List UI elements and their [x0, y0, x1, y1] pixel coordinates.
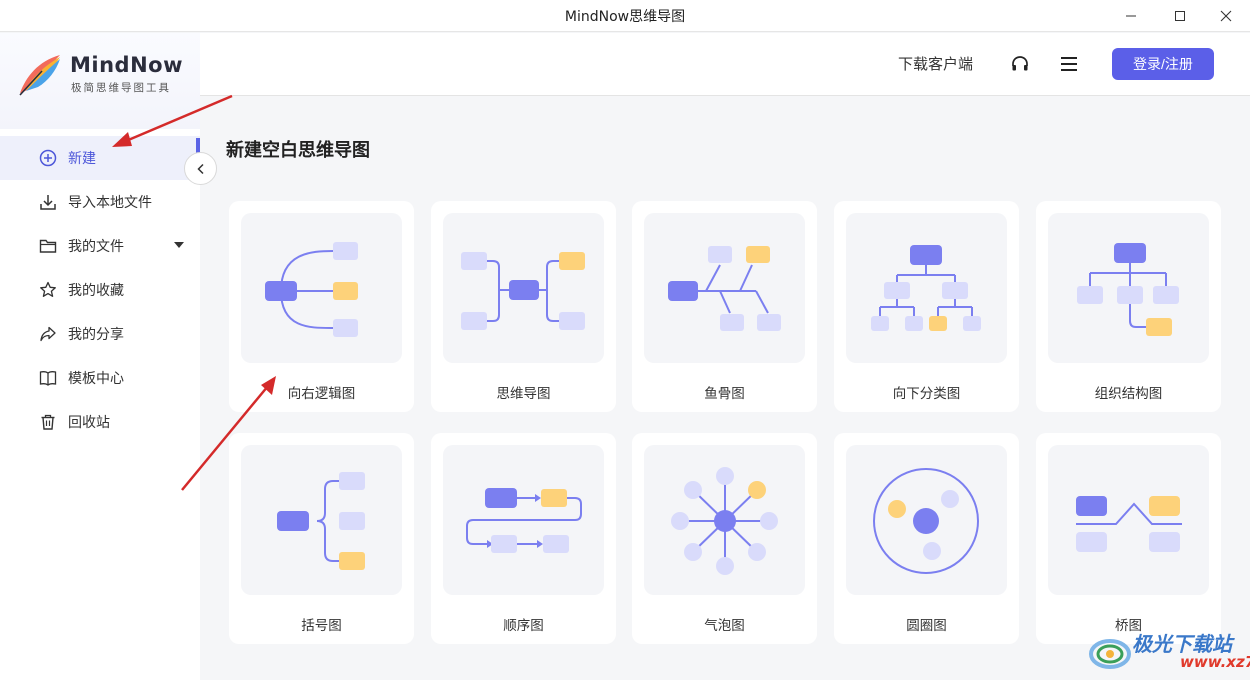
- star-icon: [38, 280, 58, 300]
- sidebar-item-label: 新建: [68, 151, 96, 167]
- maximize-icon: [1175, 11, 1185, 21]
- template-label: 括号图: [301, 618, 342, 634]
- org-chart-diagram-icon: [1048, 213, 1209, 363]
- trash-icon: [38, 412, 58, 432]
- import-icon: [38, 192, 58, 212]
- tree-down-diagram-icon: [846, 213, 1007, 363]
- sidebar-item-my-files[interactable]: 我的文件: [0, 224, 200, 268]
- headset-icon[interactable]: [1008, 52, 1032, 76]
- page-title: 新建空白思维导图: [226, 140, 370, 161]
- sidebar-item-label: 我的文件: [68, 239, 124, 255]
- template-card-tree-down[interactable]: 向下分类图: [834, 201, 1019, 412]
- sidebar: MindNow 极简思维导图工具 新建 导入本地文件 我的文件 我的收藏 我的分…: [0, 33, 200, 680]
- sidebar-item-label: 导入本地文件: [68, 195, 152, 211]
- template-label: 圆圈图: [906, 618, 947, 634]
- close-button[interactable]: [1203, 0, 1249, 32]
- sidebar-item-label: 模板中心: [68, 371, 124, 387]
- template-label: 顺序图: [503, 618, 544, 634]
- template-card-fishbone[interactable]: 鱼骨图: [632, 201, 817, 412]
- top-header: 下载客户端 登录/注册: [200, 33, 1250, 96]
- fishbone-diagram-icon: [644, 213, 805, 363]
- template-label: 向下分类图: [892, 386, 961, 402]
- template-label: 组织结构图: [1094, 386, 1163, 402]
- template-card-logic-right[interactable]: 向右逻辑图: [229, 201, 414, 412]
- chevron-down-icon[interactable]: [174, 242, 184, 248]
- template-card-circle[interactable]: 圆圈图: [834, 433, 1019, 644]
- template-card-org-chart[interactable]: 组织结构图: [1036, 201, 1221, 412]
- bridge-diagram-icon: [1048, 445, 1209, 595]
- minimize-button[interactable]: [1108, 0, 1154, 32]
- folder-icon: [38, 236, 58, 256]
- template-card-brace[interactable]: 括号图: [229, 433, 414, 644]
- sidebar-item-shares[interactable]: 我的分享: [0, 312, 200, 356]
- sidebar-item-templates[interactable]: 模板中心: [0, 356, 200, 400]
- menu-icon[interactable]: [1057, 52, 1081, 76]
- template-label: 气泡图: [704, 618, 745, 634]
- watermark-logo-icon: [1089, 639, 1131, 669]
- sidebar-item-import[interactable]: 导入本地文件: [0, 180, 200, 224]
- collapse-sidebar-button[interactable]: [184, 152, 217, 185]
- book-icon: [38, 368, 58, 388]
- sidebar-item-label: 回收站: [68, 415, 110, 431]
- window-titlebar: MindNow思维导图: [0, 0, 1250, 32]
- template-label: 鱼骨图: [704, 386, 745, 402]
- plus-circle-icon: [38, 148, 58, 168]
- sidebar-item-new[interactable]: 新建: [0, 136, 200, 180]
- login-register-button[interactable]: 登录/注册: [1112, 48, 1214, 80]
- sidebar-item-label: 我的收藏: [68, 283, 124, 299]
- chevron-left-icon: [196, 163, 204, 174]
- download-client-link[interactable]: 下载客户端: [898, 53, 973, 74]
- brace-diagram-icon: [241, 445, 402, 595]
- template-label: 向右逻辑图: [287, 386, 356, 402]
- minimize-icon: [1126, 15, 1136, 17]
- feather-logo-icon: [19, 55, 60, 96]
- sequence-diagram-icon: [443, 445, 604, 595]
- sidebar-item-trash[interactable]: 回收站: [0, 400, 200, 444]
- mind-map-diagram-icon: [443, 213, 604, 363]
- watermark: 极光下载站 www.xz7.com: [1088, 626, 1250, 678]
- template-label: 思维导图: [496, 386, 551, 402]
- template-card-mind-map[interactable]: 思维导图: [431, 201, 616, 412]
- bubble-diagram-icon: [644, 445, 805, 595]
- brand-name: MindNow: [70, 53, 183, 77]
- window-title: MindNow思维导图: [564, 9, 686, 25]
- sidebar-item-favorites[interactable]: 我的收藏: [0, 268, 200, 312]
- watermark-url: www.xz7.com: [1180, 653, 1250, 671]
- brand-logo: MindNow 极简思维导图工具: [0, 33, 200, 129]
- template-card-sequence[interactable]: 顺序图: [431, 433, 616, 644]
- template-card-bubble[interactable]: 气泡图: [632, 433, 817, 644]
- sidebar-item-label: 我的分享: [68, 327, 124, 343]
- maximize-button[interactable]: [1157, 0, 1203, 32]
- circle-diagram-icon: [846, 445, 1007, 595]
- logic-right-diagram-icon: [241, 213, 402, 363]
- brand-tagline: 极简思维导图工具: [71, 82, 171, 94]
- template-card-bridge[interactable]: 桥图: [1036, 433, 1221, 644]
- share-icon: [38, 324, 58, 344]
- close-icon: [1220, 10, 1232, 22]
